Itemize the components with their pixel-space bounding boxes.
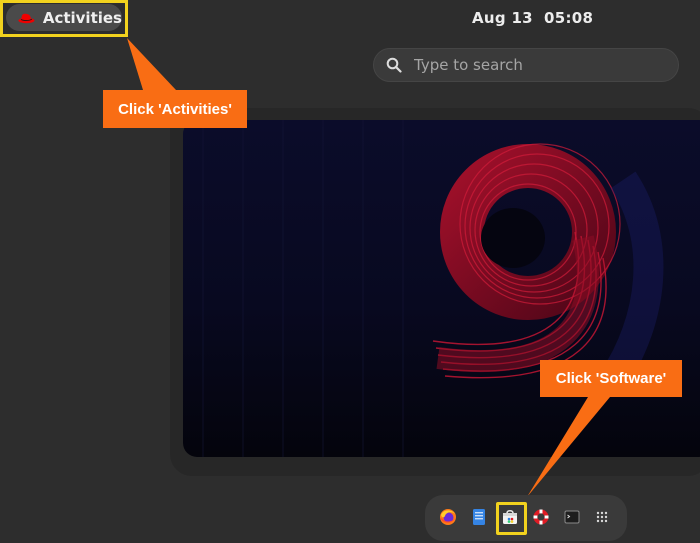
firefox-icon: [440, 509, 456, 525]
clock-date: Aug 13: [472, 9, 533, 27]
app-grid-icon: [596, 511, 608, 523]
rhel9-wallpaper: [202, 120, 664, 457]
dash-item-files[interactable]: [466, 504, 492, 530]
gnome-overview: Activities Aug 13 05:08 Click 'Activitie…: [0, 0, 700, 543]
software-callout: Click 'Software': [540, 360, 682, 397]
activities-callout-arrow: [127, 38, 176, 90]
search-input[interactable]: [412, 55, 666, 75]
dash-item-terminal[interactable]: [559, 504, 585, 530]
software-highlight-box: [496, 502, 527, 535]
workspace-thumbnail[interactable]: [183, 120, 700, 457]
help-lifebuoy-icon: [533, 509, 549, 525]
clock[interactable]: Aug 13 05:08: [472, 9, 593, 27]
search-icon: [386, 57, 402, 73]
terminal-icon: [564, 510, 580, 524]
clock-time: 05:08: [543, 9, 594, 27]
activities-highlight-box: [0, 0, 128, 37]
activities-callout: Click 'Activities': [103, 90, 247, 128]
search-entry[interactable]: [373, 48, 679, 82]
dash-item-help[interactable]: [528, 504, 554, 530]
files-icon: [473, 509, 485, 525]
dash-item-show-applications[interactable]: [589, 504, 615, 530]
dash-item-firefox[interactable]: [435, 504, 461, 530]
